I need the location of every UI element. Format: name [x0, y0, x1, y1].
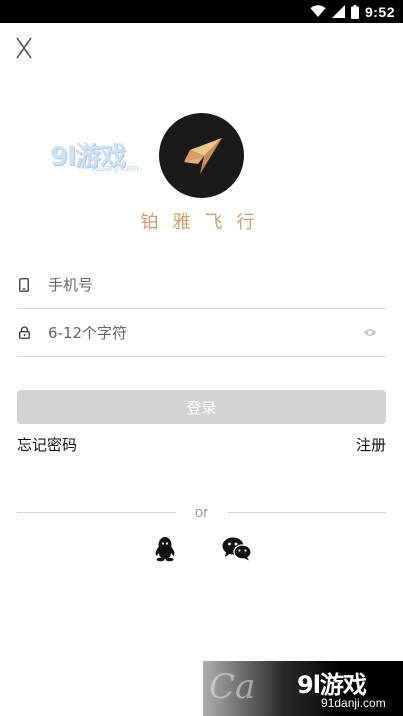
watermark-top: 9l游戏 91danji.com — [50, 136, 150, 174]
battery-icon — [350, 4, 359, 19]
app-logo — [159, 113, 244, 198]
phone-input[interactable] — [48, 269, 386, 300]
eye-icon[interactable] — [362, 328, 378, 337]
forgot-password-link[interactable]: 忘记密码 — [17, 434, 77, 455]
wechat-icon — [222, 537, 252, 561]
wifi-icon — [310, 5, 326, 18]
app-name: 铂雅飞行 — [140, 212, 269, 233]
status-bar: 9:52 — [0, 0, 403, 23]
wechat-login-button[interactable] — [222, 534, 252, 564]
watermark-bottom-text: 9l游戏 — [297, 671, 367, 699]
login-button[interactable]: 登录 — [17, 390, 386, 424]
qq-login-button[interactable] — [150, 534, 180, 564]
watermark-bottom: Ca 9l游戏 91danji.com — [203, 661, 403, 716]
divider-line-right — [227, 511, 386, 513]
social-divider: or — [17, 501, 386, 523]
phone-field — [17, 261, 386, 309]
register-link[interactable]: 注册 — [356, 434, 386, 455]
paper-plane-logo — [183, 137, 222, 174]
password-input[interactable] — [48, 317, 362, 348]
qq-icon — [155, 537, 175, 562]
phone-icon — [17, 277, 31, 292]
watermark-bottom-url: 91danji.com — [321, 696, 386, 710]
signal-icon — [331, 5, 345, 18]
divider-label: or — [194, 503, 209, 521]
lock-icon — [17, 326, 31, 339]
password-field — [17, 309, 386, 357]
status-time: 9:52 — [364, 3, 395, 20]
divider-line-left — [17, 511, 176, 513]
close-button[interactable] — [12, 35, 36, 61]
close-icon — [16, 37, 32, 59]
watermark-bottom-ghost: Ca — [209, 667, 256, 707]
watermark-top-url: 91danji.com — [90, 163, 139, 173]
